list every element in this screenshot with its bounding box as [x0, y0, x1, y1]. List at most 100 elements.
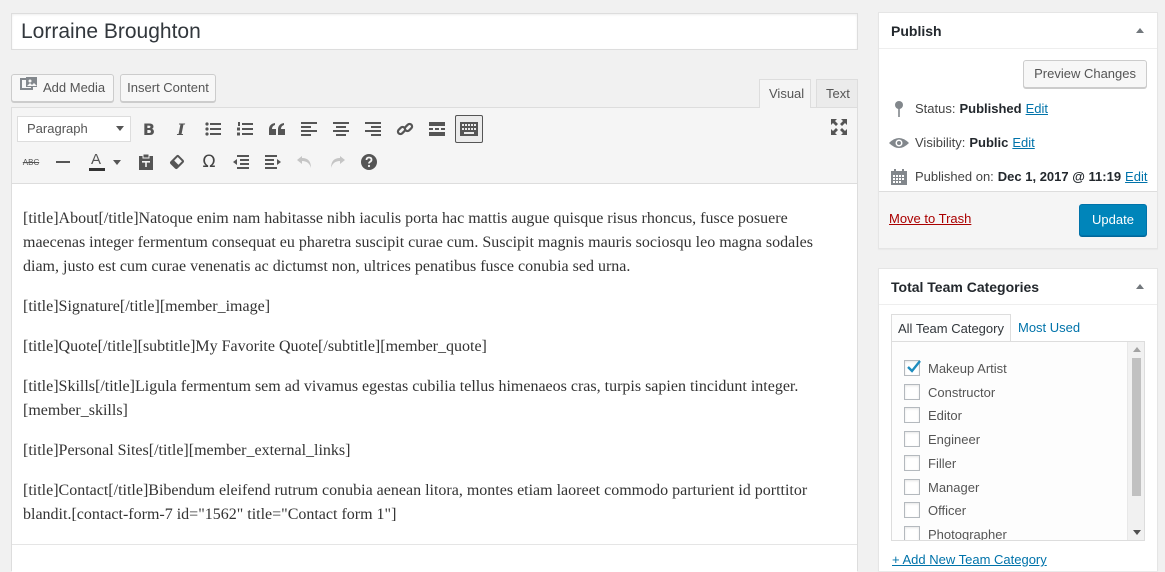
content-paragraph: [title]Signature[/title][member_image]: [23, 298, 271, 315]
list-item[interactable]: Editor: [904, 405, 962, 425]
content-paragraph: [title]Skills[/title]Ligula fermentum se…: [23, 378, 799, 419]
scroll-down-arrow-icon[interactable]: [1133, 530, 1141, 535]
media-icon: [20, 75, 38, 101]
post-title-input[interactable]: Lorraine Broughton: [11, 13, 858, 50]
insert-link-icon[interactable]: [392, 116, 418, 142]
insert-content-label: Insert Content: [127, 80, 209, 95]
category-label: Manager: [928, 479, 980, 495]
bold-icon[interactable]: B: [136, 116, 162, 142]
team-categories-box: Total Team Categories All Team Category …: [878, 268, 1158, 571]
editor-status-bar: [12, 544, 857, 572]
post-editor: Paragraph B I ABC A Ω [title]About[/titl…: [11, 107, 858, 572]
add-media-button[interactable]: Add Media: [11, 74, 114, 102]
editor-content[interactable]: [title]About[/title]Natoque enim nam hab…: [23, 207, 843, 543]
chevron-up-icon[interactable]: [1136, 284, 1144, 289]
list-item[interactable]: Officer: [904, 500, 966, 520]
category-checkbox[interactable]: [904, 384, 920, 400]
tab-visual[interactable]: Visual: [759, 79, 811, 108]
format-select[interactable]: Paragraph: [17, 116, 131, 142]
category-label: Engineer: [928, 431, 981, 447]
content-paragraph: [title]Contact[/title]Bibendum eleifend …: [23, 482, 808, 523]
visibility-value: Public: [969, 135, 1009, 150]
preview-changes-button[interactable]: Preview Changes: [1023, 60, 1147, 88]
pin-icon: [889, 101, 909, 117]
category-label: Constructor: [928, 384, 996, 400]
align-left-icon[interactable]: [296, 116, 322, 142]
editor-toolbar: Paragraph B I ABC A Ω: [12, 108, 857, 184]
team-categories-header[interactable]: Total Team Categories: [879, 269, 1157, 305]
category-checklist: Makeup Artist Constructor Editor Enginee…: [891, 341, 1145, 541]
category-checkbox[interactable]: [904, 360, 921, 376]
add-media-label: Add Media: [43, 80, 106, 95]
scroll-up-arrow-icon[interactable]: [1133, 347, 1141, 352]
visibility-label: Visibility:: [915, 135, 966, 150]
list-item[interactable]: Photographer: [904, 524, 1007, 541]
list-item[interactable]: Manager: [904, 477, 979, 497]
italic-icon[interactable]: I: [168, 116, 194, 142]
numbered-list-icon[interactable]: [232, 116, 258, 142]
category-label: Officer: [928, 502, 967, 518]
publish-box: Publish Preview Changes Status: Publishe…: [878, 12, 1158, 249]
paste-as-text-icon[interactable]: [133, 149, 159, 175]
keyboard-shortcuts-icon[interactable]: [356, 149, 382, 175]
read-more-icon[interactable]: [424, 116, 450, 142]
publish-box-header[interactable]: Publish: [879, 13, 1157, 49]
update-button[interactable]: Update: [1079, 204, 1147, 236]
category-checkbox[interactable]: [904, 502, 920, 518]
category-checkbox[interactable]: [904, 407, 920, 423]
category-checkbox[interactable]: [904, 526, 920, 540]
strikethrough-icon[interactable]: ABC: [18, 149, 44, 175]
tab-all-team-category[interactable]: All Team Category: [891, 314, 1011, 342]
horizontal-line-icon[interactable]: [50, 149, 76, 175]
move-to-trash-link[interactable]: Move to Trash: [889, 211, 971, 226]
chevron-down-icon: [116, 126, 124, 131]
edit-visibility-link[interactable]: Edit: [1012, 133, 1034, 153]
publish-date-row: Published on: Dec 1, 2017 @ 11:19 Edit: [889, 167, 1147, 187]
list-item[interactable]: Makeup Artist: [904, 358, 1007, 378]
insert-content-button[interactable]: Insert Content: [120, 74, 216, 102]
category-scrollbar[interactable]: [1127, 342, 1144, 540]
chevron-down-icon[interactable]: [110, 149, 124, 175]
category-tabs: All Team Category Most Used: [891, 314, 1086, 342]
team-categories-heading: Total Team Categories: [891, 279, 1040, 295]
category-checkbox[interactable]: [904, 455, 920, 471]
checkmark-icon: [907, 360, 921, 373]
publish-date-value: Dec 1, 2017 @ 11:19: [997, 169, 1122, 184]
align-center-icon[interactable]: [328, 116, 354, 142]
list-item[interactable]: Engineer: [904, 429, 980, 449]
align-right-icon[interactable]: [360, 116, 386, 142]
toolbar-toggle-icon[interactable]: [455, 115, 483, 143]
special-character-icon[interactable]: Ω: [196, 149, 222, 175]
clear-formatting-icon[interactable]: [164, 149, 190, 175]
publish-heading: Publish: [891, 23, 942, 39]
format-select-value: Paragraph: [27, 121, 88, 136]
category-checkbox[interactable]: [904, 479, 920, 495]
bulleted-list-icon[interactable]: [200, 116, 226, 142]
category-checkbox[interactable]: [904, 431, 920, 447]
add-new-team-category-link[interactable]: + Add New Team Category: [892, 552, 1047, 567]
publish-date-label: Published on:: [915, 169, 994, 184]
chevron-up-icon[interactable]: [1136, 28, 1144, 33]
text-color-icon[interactable]: A: [82, 149, 112, 175]
category-label: Filler: [928, 455, 957, 471]
edit-status-link[interactable]: Edit: [1026, 99, 1048, 119]
scrollbar-thumb[interactable]: [1132, 358, 1141, 496]
category-label: Editor: [928, 407, 962, 423]
distraction-free-icon[interactable]: [826, 114, 852, 140]
outdent-icon[interactable]: [228, 149, 254, 175]
content-paragraph: [title]Personal Sites[/title][member_ext…: [23, 442, 351, 459]
edit-date-link[interactable]: Edit: [1125, 167, 1147, 187]
status-value: Published: [959, 101, 1022, 116]
post-status-row: Status: Published Edit: [889, 99, 1048, 119]
undo-icon[interactable]: [292, 149, 318, 175]
list-item[interactable]: Filler: [904, 453, 956, 473]
redo-icon[interactable]: [324, 149, 350, 175]
category-label: Photographer: [928, 526, 1007, 541]
calendar-icon: [889, 169, 909, 185]
tab-most-used[interactable]: Most Used: [1011, 314, 1086, 342]
tab-text[interactable]: Text: [816, 79, 858, 108]
content-paragraph: [title]Quote[/title][subtitle]My Favorit…: [23, 338, 487, 355]
list-item[interactable]: Constructor: [904, 382, 995, 402]
blockquote-icon[interactable]: [264, 116, 290, 142]
indent-icon[interactable]: [260, 149, 286, 175]
